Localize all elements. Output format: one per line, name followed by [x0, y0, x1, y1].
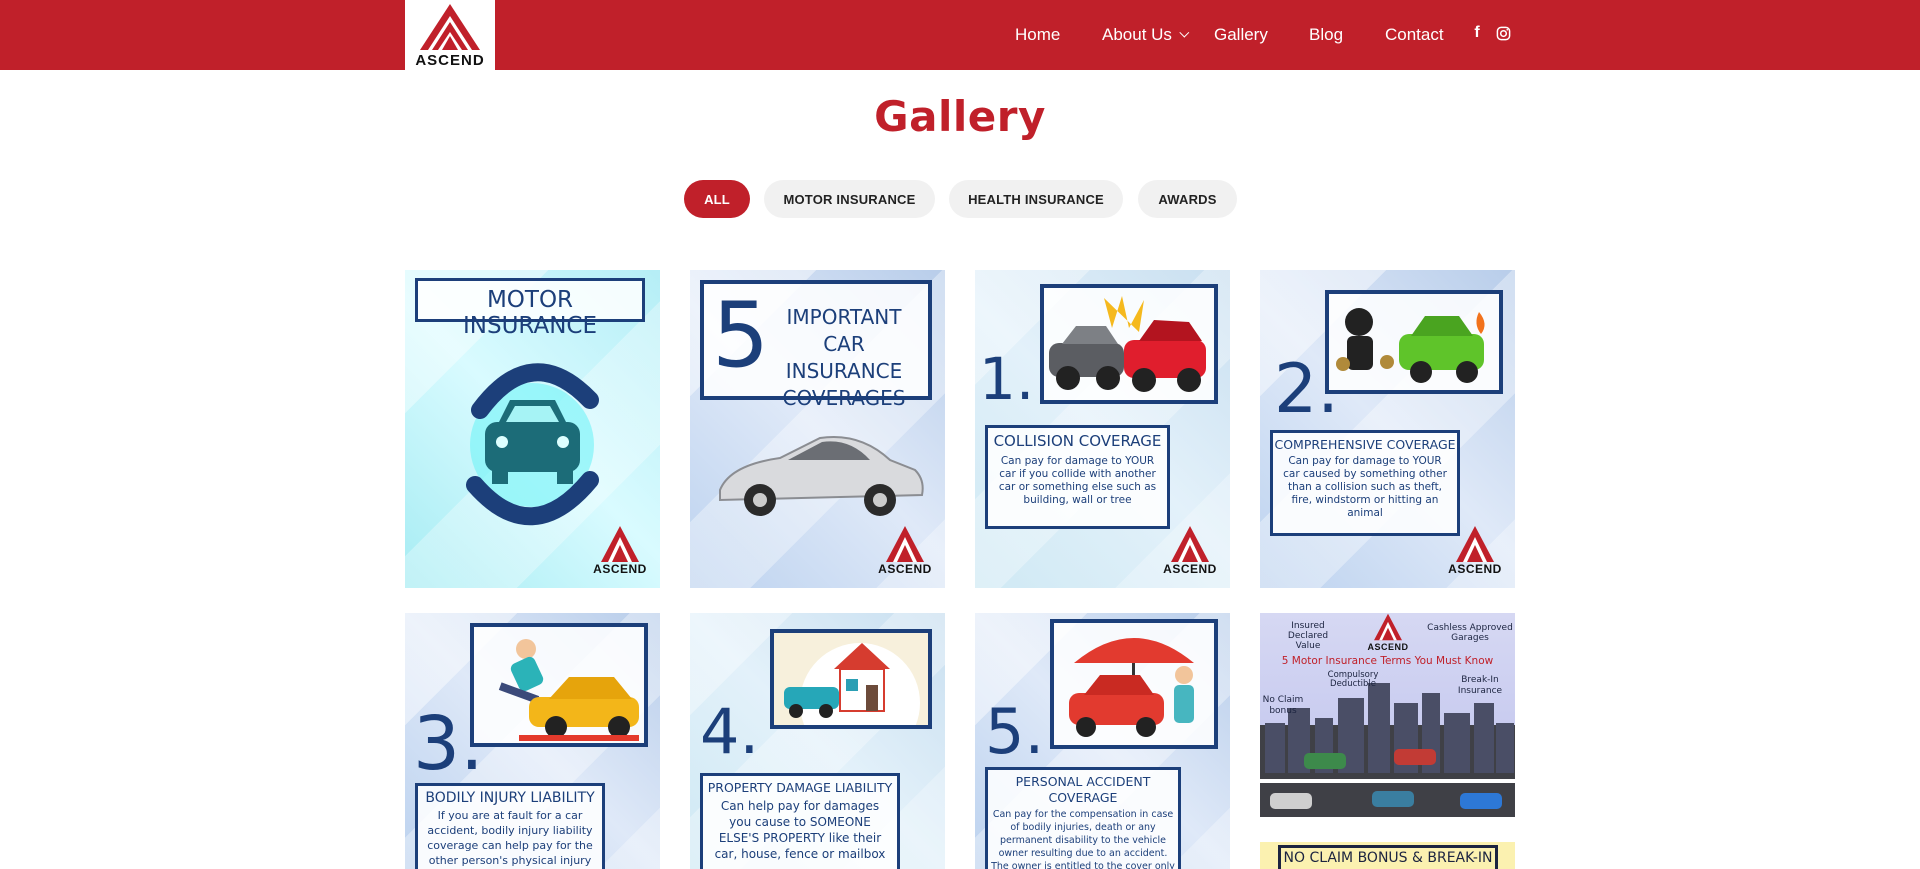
chevron-down-icon[interactable]: [1179, 27, 1190, 38]
tile-image-frame: [770, 629, 932, 763]
facebook-icon[interactable]: f: [1468, 24, 1486, 42]
house-car-icon: [774, 633, 928, 763]
site-logo[interactable]: ASCEND: [405, 0, 495, 70]
instagram-icon[interactable]: [1494, 24, 1512, 42]
tile-body: Can help pay for damages you cause to SO…: [714, 799, 886, 861]
nav-blog-link[interactable]: Blog: [1309, 25, 1343, 45]
gallery-item-property-damage-liability[interactable]: 4. PROPERTY DAMAGE LIABILITY Can help pa…: [690, 613, 945, 869]
gallery-item-motor-insurance-terms[interactable]: ASCEND 5 Motor Insurance Terms You Must …: [1260, 613, 1515, 817]
gallery-item-no-claim-bonus[interactable]: NO CLAIM BONUS & BREAK-IN: [1260, 842, 1515, 869]
filter-all-button[interactable]: ALL: [684, 180, 750, 218]
logo-mark-icon: [1374, 613, 1402, 641]
tile-text-frame: COLLISION COVERAGE Can pay for damage to…: [985, 425, 1170, 529]
umbrella-car-icon: [1069, 638, 1194, 737]
tile-body: Can pay for damage to YOUR car if you co…: [998, 455, 1157, 506]
tile-number: 3.: [413, 701, 484, 787]
tile-heading: NO CLAIM BONUS & BREAK-IN: [1283, 850, 1493, 866]
tile-logo: ASCEND: [1443, 525, 1507, 581]
tile-logo-text: ASCEND: [878, 562, 932, 576]
gallery-item-bodily-injury-liability[interactable]: 3. BODILY INJURY LIABILITY If you are at…: [405, 613, 660, 869]
tile-logo: ASCEND: [588, 525, 652, 581]
tile-title: 5 Motor Insurance Terms You Must Know: [1281, 655, 1494, 667]
tile-logo-text: ASCEND: [1367, 642, 1409, 652]
tile-heading: IMPORTANT CAR INSURANCE COVERAGES: [782, 305, 906, 410]
car-protection-icon: [466, 363, 599, 526]
tile-image-frame: [1050, 619, 1218, 749]
gallery-item-motor-insurance[interactable]: MOTOR INSURANCE ASCEND: [405, 270, 660, 588]
logo-text: ASCEND: [415, 52, 485, 69]
filter-awards-button[interactable]: AWARDS: [1138, 180, 1237, 218]
site-header: ASCEND Home About Us Gallery Blog Contac…: [0, 0, 1920, 70]
tile-text-frame: BODILY INJURY LIABILITY If you are at fa…: [415, 783, 605, 869]
gallery-filters: ALL MOTOR INSURANCE HEALTH INSURANCE AWA…: [0, 180, 1920, 218]
tile-image-frame: [470, 623, 648, 747]
tile-logo: ASCEND: [1158, 525, 1222, 581]
tile-number: 5: [712, 283, 770, 388]
tile-logo: ASCEND: [873, 525, 937, 581]
filter-health-insurance-button[interactable]: HEALTH INSURANCE: [949, 180, 1123, 218]
tile-image-frame: [1325, 290, 1503, 394]
car-crash-icon: [1049, 296, 1206, 392]
tile-heading: BODILY INJURY LIABILITY: [425, 790, 595, 806]
logo-mark-icon: [1456, 526, 1494, 562]
nav-contact[interactable]: Contact: [1385, 0, 1444, 70]
tile-text-frame: PERSONAL ACCIDENT COVERAGE Can pay for t…: [985, 767, 1181, 869]
tile-logo-text: ASCEND: [593, 562, 647, 576]
term-no-claim-bonus: No Claim bonus: [1262, 695, 1304, 716]
injury-accident-icon: [498, 639, 639, 741]
tile-heading-frame: NO CLAIM BONUS & BREAK-IN: [1278, 845, 1498, 869]
tile-number: 1.: [979, 345, 1035, 413]
term-break-in-insurance: Break-In Insurance: [1457, 675, 1503, 696]
tile-body: Can pay for the compensation in case of …: [991, 809, 1175, 869]
theft-car-icon: [1336, 308, 1485, 383]
tile-heading: MOTOR INSURANCE: [462, 287, 597, 339]
term-cashless-approved-garages: Cashless Approved Garages: [1427, 623, 1513, 643]
term-compulsory-deductible: Compulsory Deductible: [1327, 670, 1379, 689]
logo-mark-icon: [601, 526, 639, 562]
nav-home[interactable]: Home: [1015, 0, 1060, 70]
nav-gallery-link[interactable]: Gallery: [1214, 25, 1268, 45]
nav-about-us-link[interactable]: About Us: [1102, 25, 1172, 45]
gallery-item-collision-coverage[interactable]: 1. COLLISION COVERAGE Can pay for damage…: [975, 270, 1230, 588]
tile-heading-frame: MOTOR INSURANCE: [415, 278, 645, 339]
nav-blog[interactable]: Blog: [1309, 0, 1343, 70]
tile-logo-text: ASCEND: [1448, 562, 1502, 576]
logo-mark-icon: [420, 4, 480, 50]
gallery-item-5-coverages[interactable]: 5 IMPORTANT CAR INSURANCE COVERAGES ASCE…: [690, 270, 945, 588]
tile-image-frame: [1040, 284, 1218, 404]
tile-body: If you are at fault for a car accident, …: [427, 809, 593, 867]
gallery-item-comprehensive-coverage[interactable]: 2. COMPREHENSIVE COVERAGE Can pay for da…: [1260, 270, 1515, 588]
tile-logo-text: ASCEND: [1163, 562, 1217, 576]
tile-text-frame: PROPERTY DAMAGE LIABILITY Can help pay f…: [700, 773, 900, 869]
tile-number: 2.: [1274, 350, 1339, 429]
tile-heading: PERSONAL ACCIDENT COVERAGE: [1015, 774, 1151, 805]
logo-mark-icon: [1171, 526, 1209, 562]
tile-body: Can pay for damage to YOUR car caused by…: [1283, 455, 1447, 519]
tile-heading: COLLISION COVERAGE: [993, 432, 1162, 450]
logo-mark-icon: [886, 526, 924, 562]
tile-text-frame: COMPREHENSIVE COVERAGE Can pay for damag…: [1270, 430, 1460, 536]
nav-gallery[interactable]: Gallery: [1214, 0, 1268, 70]
page-title: Gallery: [874, 92, 1046, 141]
filter-motor-insurance-button[interactable]: MOTOR INSURANCE: [764, 180, 935, 218]
nav-about-us[interactable]: About Us: [1102, 0, 1190, 70]
tile-number: 4.: [700, 695, 760, 768]
tile-number: 5.: [985, 695, 1045, 768]
tile-heading: COMPREHENSIVE COVERAGE: [1274, 437, 1456, 452]
car-image-icon: [719, 436, 924, 516]
gallery-item-personal-accident-coverage[interactable]: 5. PERSONAL ACCIDENT COVERAGE Can pay fo…: [975, 613, 1230, 869]
tile-heading-frame: 5 IMPORTANT CAR INSURANCE COVERAGES: [700, 280, 932, 410]
road-cars-icon: [1260, 749, 1515, 809]
tile-heading: PROPERTY DAMAGE LIABILITY: [707, 780, 893, 795]
term-insured-declared-value: Insured Declared Value: [1287, 621, 1329, 651]
nav-contact-link[interactable]: Contact: [1385, 25, 1444, 45]
nav-home-link[interactable]: Home: [1015, 25, 1060, 45]
